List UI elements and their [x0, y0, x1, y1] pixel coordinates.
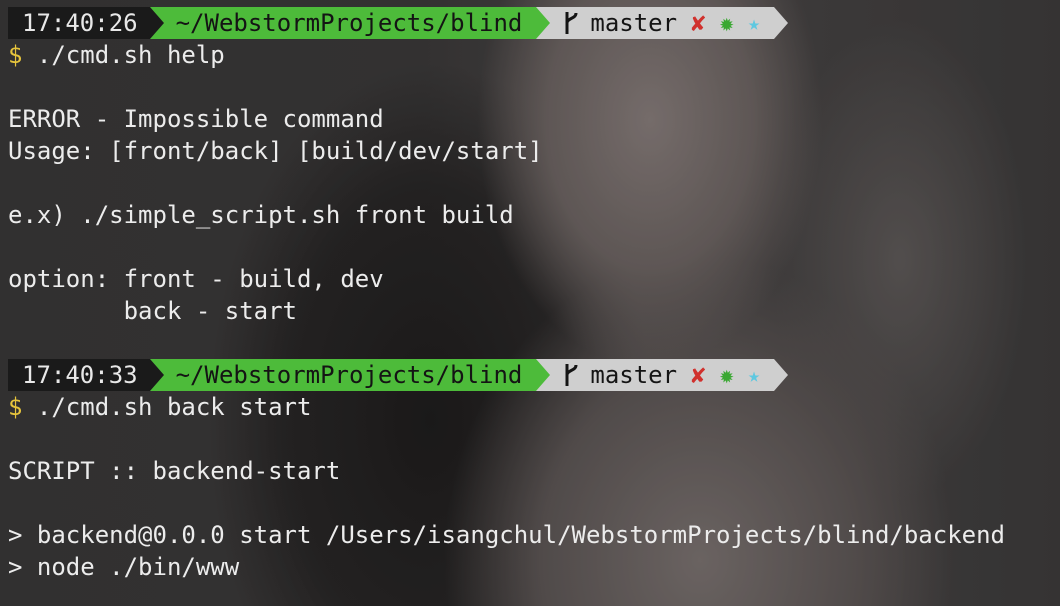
prompt-time: 17:40:26: [8, 7, 164, 39]
prompt-bar: 17:40:33 ~/WebstormProjects/blind master…: [8, 359, 788, 391]
command-line: $ ./cmd.sh help: [8, 39, 225, 71]
dirty-icon: ✘: [691, 361, 706, 389]
prompt-time: 17:40:33: [8, 359, 164, 391]
output-line: ERROR - Impossible command: [8, 105, 384, 133]
staged-icon: ✹: [719, 361, 734, 389]
git-branch-icon: [565, 364, 578, 386]
dirty-icon: ✘: [691, 9, 706, 37]
git-branch-icon: [565, 12, 578, 34]
prompt-dollar: $: [8, 393, 23, 421]
prompt-git-status: master ✘ ✹ ★: [536, 7, 788, 39]
output-line: Usage: [front/back] [build/dev/start]: [8, 137, 543, 165]
output-line: > node ./bin/www: [8, 553, 240, 581]
output-line: > backend@0.0.0 start /Users/isangchul/W…: [8, 521, 1005, 549]
prompt-git-status: master ✘ ✹ ★: [536, 359, 788, 391]
output-line: SCRIPT :: backend-start: [8, 457, 341, 485]
branch-name: master: [590, 9, 678, 37]
output-line: back - start: [8, 297, 297, 325]
prompt-dollar: $: [8, 41, 23, 69]
command-text: ./cmd.sh back start: [22, 393, 312, 421]
prompt-path: ~/WebstormProjects/blind: [149, 359, 551, 391]
output-line: option: front - build, dev: [8, 265, 384, 293]
command-line: $ ./cmd.sh back start: [8, 391, 311, 423]
prompt-bar: 17:40:26 ~/WebstormProjects/blind master…: [8, 7, 788, 39]
prompt-path: ~/WebstormProjects/blind: [149, 7, 551, 39]
terminal-window[interactable]: 17:40:26 ~/WebstormProjects/blind master…: [0, 0, 1060, 606]
untracked-icon: ★: [747, 363, 761, 387]
untracked-icon: ★: [747, 11, 761, 35]
command-text: ./cmd.sh help: [22, 41, 225, 69]
branch-name: master: [590, 361, 678, 389]
staged-icon: ✹: [719, 9, 734, 37]
output-line: e.x) ./simple_script.sh front build: [8, 201, 514, 229]
